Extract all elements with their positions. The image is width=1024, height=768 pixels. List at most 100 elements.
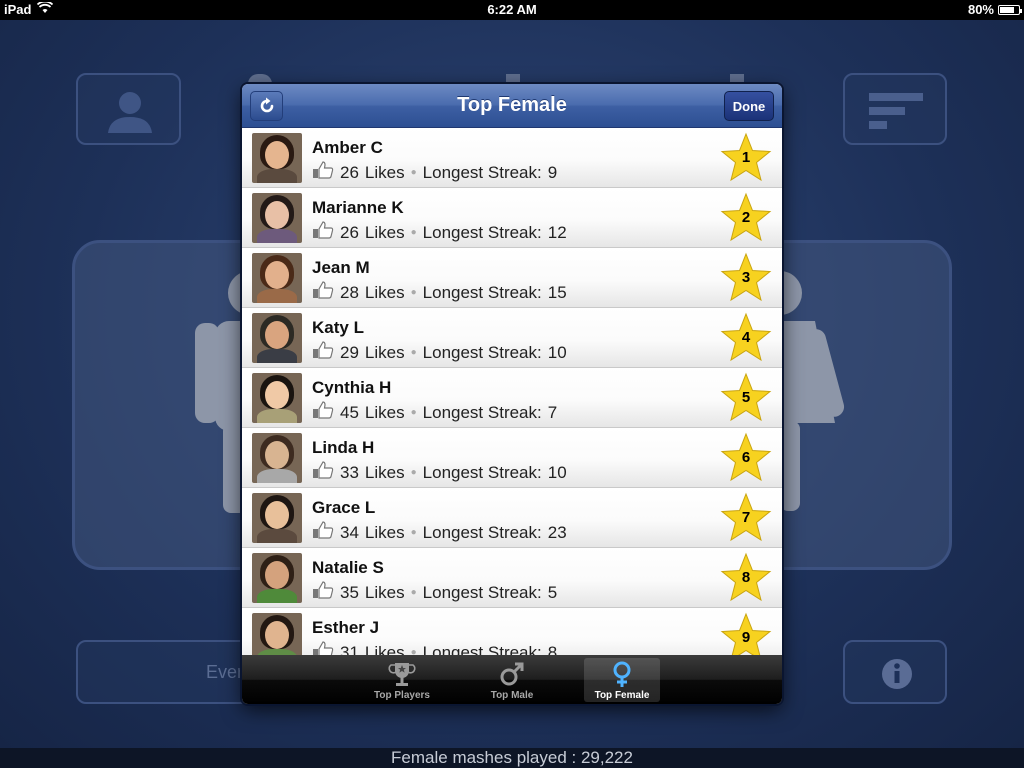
thumbs-up-icon bbox=[312, 221, 334, 244]
player-name: Cynthia H bbox=[312, 378, 392, 397]
list-item[interactable]: Marianne K 26 Likes ● Longest Streak: 12… bbox=[242, 188, 782, 248]
avatar-face bbox=[265, 141, 289, 169]
list-item[interactable]: Natalie S 35 Likes ● Longest Streak: 5 8 bbox=[242, 548, 782, 608]
list-item[interactable]: Amber C 26 Likes ● Longest Streak: 9 1 bbox=[242, 128, 782, 188]
avatar bbox=[252, 433, 302, 483]
streak-value: 8 bbox=[547, 642, 558, 656]
separator-dot: ● bbox=[410, 347, 417, 358]
likes-label: Likes bbox=[364, 642, 405, 656]
list-item[interactable]: Katy L 29 Likes ● Longest Streak: 10 4 bbox=[242, 308, 782, 368]
rank-badge: 1 bbox=[720, 132, 772, 184]
likes-count: 26 bbox=[340, 222, 359, 242]
clock: 6:22 AM bbox=[487, 2, 537, 17]
separator-dot: ● bbox=[410, 167, 417, 178]
rank-badge: 8 bbox=[720, 552, 772, 604]
tab-top-male[interactable]: Top Male bbox=[474, 658, 550, 702]
avatar-face bbox=[265, 441, 289, 469]
thumbs-up-icon bbox=[312, 641, 334, 655]
avatar-body bbox=[257, 349, 297, 363]
navigation-bar: Top Female Done bbox=[242, 84, 782, 128]
streak-label: Longest Streak: bbox=[422, 462, 542, 482]
likes-label: Likes bbox=[364, 162, 405, 182]
bg-decoration bbox=[506, 74, 520, 84]
avatar bbox=[252, 193, 302, 243]
player-name: Grace L bbox=[312, 498, 376, 517]
male-symbol-icon bbox=[500, 662, 524, 686]
streak-label: Longest Streak: bbox=[422, 522, 542, 542]
info-button[interactable] bbox=[843, 640, 947, 704]
tab-top-female[interactable]: Top Female bbox=[584, 658, 660, 702]
player-name: Linda H bbox=[312, 438, 375, 457]
rank-badge: 3 bbox=[720, 252, 772, 304]
done-button[interactable]: Done bbox=[724, 91, 774, 121]
list-item[interactable]: Esther J 31 Likes ● Longest Streak: 8 9 bbox=[242, 608, 782, 655]
battery-percent: 80% bbox=[967, 2, 994, 17]
leaderboard-button[interactable] bbox=[843, 73, 947, 145]
list-item[interactable]: Cynthia H 45 Likes ● Longest Streak: 7 5 bbox=[242, 368, 782, 428]
tab-label: Top Female bbox=[594, 690, 650, 701]
streak-value: 23 bbox=[547, 522, 567, 542]
avatar bbox=[252, 613, 302, 655]
separator-dot: ● bbox=[410, 467, 417, 478]
battery-icon bbox=[998, 4, 1022, 15]
trophy-icon bbox=[388, 663, 416, 686]
thumbs-up-icon bbox=[312, 521, 334, 544]
separator-dot: ● bbox=[410, 287, 417, 298]
streak-value: 12 bbox=[547, 222, 567, 242]
rank-number: 2 bbox=[741, 209, 751, 226]
avatar bbox=[252, 313, 302, 363]
avatar-body bbox=[257, 169, 297, 183]
mashes-played-footer: Female mashes played : 29,222 bbox=[0, 748, 1024, 768]
tab-top-players[interactable]: Top Players bbox=[364, 658, 440, 702]
list-item[interactable]: Jean M 28 Likes ● Longest Streak: 15 3 bbox=[242, 248, 782, 308]
list-item[interactable]: Linda H 33 Likes ● Longest Streak: 10 6 bbox=[242, 428, 782, 488]
rank-badge: 2 bbox=[720, 192, 772, 244]
separator-dot: ● bbox=[410, 527, 417, 538]
popover-title: Top Female bbox=[457, 94, 567, 116]
likes-label: Likes bbox=[364, 522, 405, 542]
separator-dot: ● bbox=[410, 407, 417, 418]
avatar-body bbox=[257, 589, 297, 603]
rank-number: 5 bbox=[741, 389, 751, 406]
streak-label: Longest Streak: bbox=[422, 582, 542, 602]
thumbs-up-icon bbox=[312, 401, 334, 424]
streak-label: Longest Streak: bbox=[422, 222, 542, 242]
thumbs-up-icon bbox=[312, 581, 334, 604]
bg-decoration bbox=[248, 74, 272, 84]
avatar-face bbox=[265, 501, 289, 529]
rank-badge: 9 bbox=[720, 612, 772, 655]
thumbs-up-icon bbox=[312, 341, 334, 364]
rank-number: 4 bbox=[741, 329, 751, 346]
rank-badge: 4 bbox=[720, 312, 772, 364]
avatar-body bbox=[257, 289, 297, 303]
likes-label: Likes bbox=[364, 402, 405, 422]
rank-number: 7 bbox=[741, 509, 751, 526]
profile-button[interactable] bbox=[76, 73, 181, 145]
player-stats: 31 Likes ● Longest Streak: 8 bbox=[312, 641, 557, 655]
likes-count: 34 bbox=[340, 522, 359, 542]
likes-label: Likes bbox=[364, 582, 405, 602]
rank-number: 8 bbox=[741, 569, 751, 586]
person-icon bbox=[108, 92, 152, 133]
female-symbol-icon bbox=[613, 661, 631, 687]
rank-badge: 7 bbox=[720, 492, 772, 544]
avatar bbox=[252, 373, 302, 423]
avatar-face bbox=[265, 261, 289, 289]
thumbs-up-icon bbox=[312, 281, 334, 304]
leaderboard-list[interactable]: Amber C 26 Likes ● Longest Streak: 9 1 M… bbox=[242, 128, 782, 655]
everyone-button[interactable]: Ever bbox=[76, 640, 251, 704]
rank-number: 6 bbox=[741, 449, 751, 466]
streak-label: Longest Streak: bbox=[422, 342, 542, 362]
avatar-body bbox=[257, 529, 297, 543]
rank-number: 9 bbox=[741, 629, 751, 646]
player-stats: 45 Likes ● Longest Streak: 7 bbox=[312, 401, 557, 424]
rank-badge: 6 bbox=[720, 432, 772, 484]
player-name: Esther J bbox=[312, 618, 380, 637]
likes-count: 28 bbox=[340, 282, 359, 302]
player-stats: 28 Likes ● Longest Streak: 15 bbox=[312, 281, 567, 304]
player-stats: 26 Likes ● Longest Streak: 12 bbox=[312, 221, 567, 244]
likes-count: 31 bbox=[340, 642, 359, 656]
player-name: Jean M bbox=[312, 258, 370, 277]
list-item[interactable]: Grace L 34 Likes ● Longest Streak: 23 7 bbox=[242, 488, 782, 548]
avatar bbox=[252, 493, 302, 543]
